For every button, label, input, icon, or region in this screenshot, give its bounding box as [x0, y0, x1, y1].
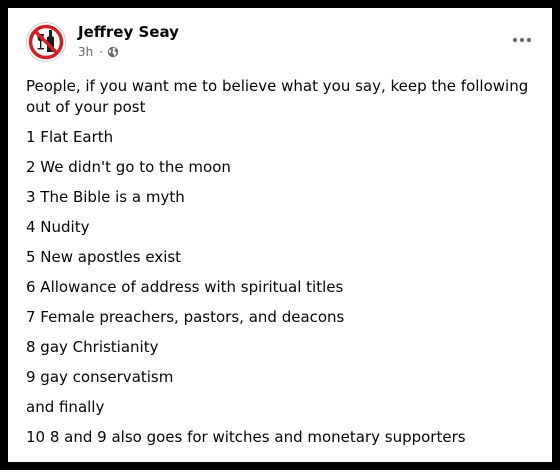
list-item: 9 gay conservatism [26, 368, 174, 386]
post-body: People, if you want me to believe what y… [26, 76, 538, 457]
list-item: 10 8 and 9 also goes for witches and mon… [26, 428, 466, 446]
list-item: 3 The Bible is a myth [26, 188, 185, 206]
more-options-button[interactable] [510, 30, 534, 50]
author-avatar[interactable] [26, 22, 66, 62]
globe-icon[interactable] [107, 46, 119, 58]
list-item: 4 Nudity [26, 218, 90, 236]
no-alcohol-sign-icon [28, 24, 64, 60]
meta-separator: · [99, 45, 104, 59]
post-intro: People, if you want me to believe what y… [26, 77, 529, 116]
list-item: 1 Flat Earth [26, 128, 114, 146]
list-item: 8 gay Christianity [26, 338, 159, 356]
list-item: 5 New apostles exist [26, 248, 182, 266]
list-item: 7 Female preachers, pastors, and deacons [26, 308, 345, 326]
list-item: 6 Allowance of address with spiritual ti… [26, 278, 344, 296]
post-timestamp[interactable]: 3h [78, 45, 93, 59]
post-meta: 3h · [78, 44, 119, 60]
post-card: Jeffrey Seay 3h · People, if you want me… [8, 8, 552, 462]
author-name[interactable]: Jeffrey Seay [78, 22, 179, 42]
list-item: 2 We didn't go to the moon [26, 158, 231, 176]
more-horizontal-icon [512, 37, 532, 43]
list-item: and finally [26, 398, 105, 416]
